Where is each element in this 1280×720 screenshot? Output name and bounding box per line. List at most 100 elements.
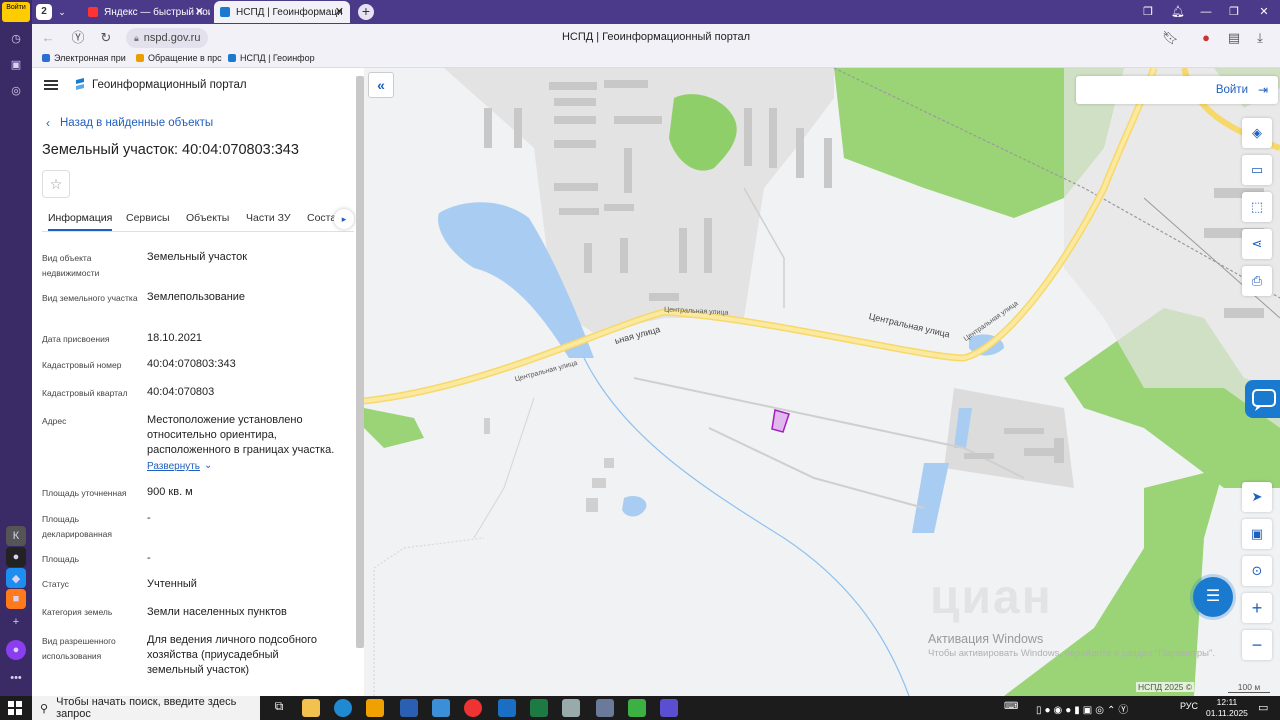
bookmarks-icon[interactable]: ❐ (1140, 4, 1156, 20)
track (373, 537, 485, 696)
ruler-icon[interactable]: ▭ (1242, 155, 1272, 185)
outlook-icon[interactable] (498, 699, 516, 717)
residential-area (444, 68, 834, 333)
chevron-down-icon[interactable]: ⌄ (54, 4, 70, 20)
tab-counter[interactable]: 2 (36, 4, 52, 20)
bookmark-favicon (136, 54, 144, 62)
tab-info[interactable]: Информация (48, 212, 113, 231)
zoom-in-button[interactable]: + (1242, 593, 1272, 623)
new-tab-button[interactable]: + (358, 4, 374, 20)
clock[interactable]: 12:11 01.11.2025 (1206, 697, 1248, 719)
zoom-out-button[interactable]: − (1242, 630, 1272, 660)
word-icon[interactable] (400, 699, 418, 717)
app-blue-icon[interactable]: ◆ (6, 568, 26, 588)
tab-nspd[interactable]: НСПД | Геоинформаци ✕ (214, 1, 350, 23)
profile-login-button[interactable]: Войти (2, 2, 30, 22)
field-value: 900 кв. м (147, 486, 193, 498)
layers-icon[interactable]: ◈ (1242, 118, 1272, 148)
minimize-button[interactable]: — (1198, 4, 1214, 20)
field-label: Категория земель (42, 607, 113, 617)
close-icon[interactable]: ✕ (335, 5, 344, 18)
maximize-button[interactable]: ❐ (1226, 4, 1242, 20)
select-area-icon[interactable]: ⬚ (1242, 192, 1272, 222)
explorer-icon[interactable] (302, 699, 320, 717)
yandex-browser-icon[interactable] (660, 699, 678, 717)
bookmark-icon[interactable]: 🔖︎ (1162, 30, 1179, 46)
collections-icon[interactable]: ▤ (1226, 30, 1242, 46)
yandex-app-icon[interactable] (464, 699, 482, 717)
alice-icon[interactable]: ● (6, 640, 26, 660)
chevron-down-icon[interactable]: ⌄ (204, 460, 212, 471)
tab-parts[interactable]: Части ЗУ (246, 212, 291, 224)
close-window-button[interactable]: ✕ (1256, 4, 1272, 20)
field-value: Учтенный (147, 578, 197, 590)
app-orange-icon[interactable]: ■ (6, 589, 26, 609)
bookmark-item[interactable]: Обращение в прс (136, 53, 222, 63)
store-icon[interactable] (366, 699, 384, 717)
calculator-icon[interactable] (562, 699, 580, 717)
menu-icon[interactable] (44, 80, 58, 90)
task-view-icon[interactable]: ⧉ (270, 699, 288, 717)
more-icon[interactable]: ••• (6, 668, 26, 688)
tab-composition[interactable]: Состав (307, 212, 337, 224)
field-label: Вид объекта недвижимости (42, 253, 100, 278)
screenshot-icon[interactable]: ◎ (6, 80, 26, 100)
back-link[interactable]: ‹ Назад в найденные объекты (46, 116, 213, 130)
map-canvas[interactable]: Центральная улица Центральная улица ьная… (364, 68, 1280, 696)
field-label: Адрес (42, 416, 67, 426)
windows-start-icon[interactable] (8, 701, 22, 715)
geo-search-icon[interactable]: ⊙ (1242, 556, 1272, 586)
address-bar: ← Ⓨ ↻ 🔒︎ nspd.gov.ru НСПД | Геоинформаци… (32, 24, 1280, 52)
share-icon[interactable]: ⋖ (1242, 229, 1272, 259)
field-value: 18.10.2021 (147, 332, 203, 344)
close-icon[interactable]: ✕ (195, 5, 204, 18)
tabs-count-icon[interactable]: ▣ (6, 54, 26, 74)
home-app-icon[interactable] (628, 699, 646, 717)
star-icon[interactable]: ☆ (42, 170, 70, 198)
field-value: Местоположение установлено относительно … (147, 414, 335, 456)
field-label: Площадь уточненная (42, 488, 127, 498)
login-icon[interactable]: ⇥ (1258, 83, 1268, 97)
photo-app-icon[interactable] (596, 699, 614, 717)
app-k-icon[interactable]: К (6, 526, 26, 546)
chevron-right-icon[interactable]: ▸ (334, 209, 354, 229)
tab-objects[interactable]: Объекты (186, 212, 229, 224)
expand-link[interactable]: Развернуть (147, 461, 200, 472)
selected-parcel[interactable] (771, 409, 790, 433)
minimap-icon[interactable]: ▣ (1242, 519, 1272, 549)
mail-icon[interactable] (432, 699, 450, 717)
field-label: Площадь (42, 554, 80, 564)
field-label: Статус (42, 579, 69, 589)
keyboard-icon[interactable]: ⌨ (1004, 701, 1018, 712)
pond (912, 463, 949, 533)
print-icon[interactable]: ⎙ (1242, 266, 1272, 296)
locate-icon[interactable]: ➤ (1242, 482, 1272, 512)
notifications-icon[interactable]: 🔔︎ (1170, 4, 1186, 20)
edge-icon[interactable] (334, 699, 352, 717)
taskbar-search-input[interactable]: ⚲ Чтобы начать поиск, введите здесь запр… (32, 696, 260, 720)
field-label: Вид разрешенного использования (42, 636, 116, 661)
chevron-left-icon: ‹ (46, 116, 50, 130)
field-value: - (147, 512, 151, 524)
panel-scrollbar[interactable] (356, 76, 364, 648)
excel-icon[interactable] (530, 699, 548, 717)
download-icon[interactable]: ⤓ (1252, 30, 1268, 46)
collapse-panel-button[interactable]: « (368, 72, 394, 98)
login-link[interactable]: Войти (1216, 84, 1248, 96)
chat-button[interactable]: ☰ (1193, 577, 1233, 617)
bookmark-item[interactable]: Электронная при (42, 53, 126, 63)
add-app-icon[interactable]: + (6, 612, 26, 632)
tab-services[interactable]: Сервисы (126, 212, 170, 224)
extension-icon[interactable]: ● (1198, 30, 1214, 46)
tab-yandex[interactable]: Яндекс — быстрый поиск ✕ (82, 1, 210, 23)
app-mail-icon[interactable]: ● (6, 547, 26, 567)
history-icon[interactable]: ◷ (6, 28, 26, 48)
support-chat-icon[interactable] (1245, 380, 1280, 418)
bookmark-item[interactable]: НСПД | Геоинфор (228, 53, 315, 63)
yandex-icon (88, 7, 98, 17)
language-indicator[interactable]: РУС (1180, 701, 1198, 711)
notification-center-icon[interactable]: ▭ (1258, 701, 1268, 714)
windows-taskbar: ⚲ Чтобы начать поиск, введите здесь запр… (0, 696, 1280, 720)
tray-icons[interactable]: ▯●◉●▮▣◎⌃Ⓨ (1036, 701, 1131, 716)
bookmark-favicon (42, 54, 50, 62)
